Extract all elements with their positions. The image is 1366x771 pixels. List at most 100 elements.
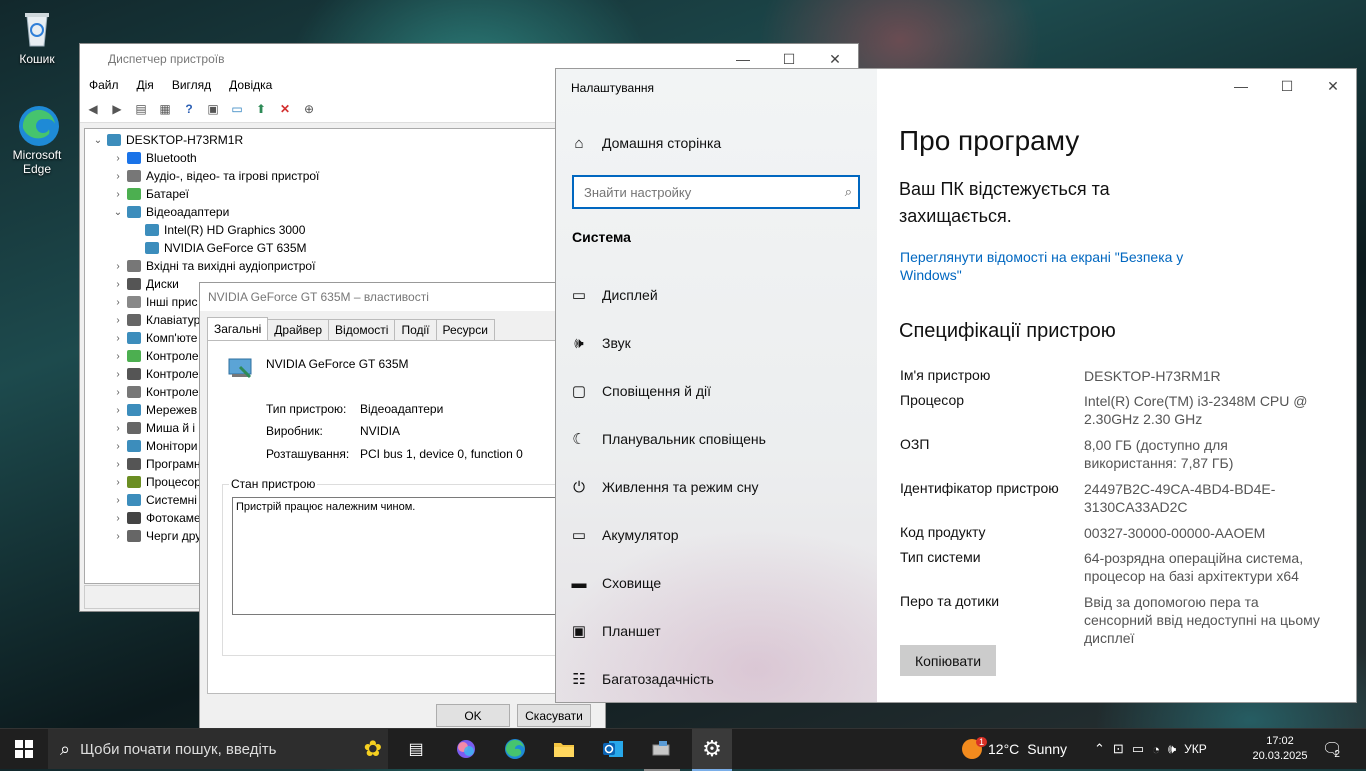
tree-category[interactable]: › Bluetooth — [111, 149, 196, 167]
menu-view[interactable]: Вигляд — [163, 78, 220, 92]
maximize-button[interactable]: ☐ — [1264, 71, 1310, 101]
uninstall-icon[interactable]: ✕ — [276, 100, 294, 118]
chevron-right-icon[interactable]: › — [111, 333, 125, 344]
desktop-icon-edge[interactable]: Microsoft Edge — [2, 104, 72, 176]
chevron-down-icon[interactable]: ⌄ — [111, 207, 125, 218]
battery-icon[interactable]: ▭ — [1132, 741, 1144, 757]
tree-category[interactable]: › Контроле — [111, 365, 198, 383]
nav-item[interactable]: ☷ Багатозадачність — [570, 668, 714, 690]
tree-category[interactable]: › Черги дру — [111, 527, 201, 545]
settings-taskbar-button[interactable]: ⚙ — [692, 729, 732, 771]
tree-root[interactable]: ⌄ DESKTOP-H73RM1R — [91, 131, 243, 149]
tree-category[interactable]: › Монітори — [111, 437, 197, 455]
menu-help[interactable]: Довідка — [220, 78, 281, 92]
notification-center[interactable]: 🗨 2 — [1322, 729, 1342, 769]
chevron-right-icon[interactable]: › — [111, 405, 125, 416]
chevron-right-icon[interactable]: › — [111, 459, 125, 470]
minimize-button[interactable]: — — [1218, 71, 1264, 101]
copilot-button[interactable] — [448, 729, 484, 769]
tree-category[interactable]: ⌄ Відеоадаптери — [111, 203, 229, 221]
start-button[interactable] — [4, 729, 44, 769]
desktop-icon-recycle-bin[interactable]: Кошик — [2, 8, 72, 66]
nav-item[interactable]: ▬ Сховище — [570, 572, 662, 594]
chevron-right-icon[interactable]: › — [111, 189, 125, 200]
help-icon[interactable]: ? — [180, 100, 198, 118]
tab-resources[interactable]: Ресурси — [435, 319, 495, 340]
properties-dialog[interactable]: NVIDIA GeForce GT 635M – властивості Заг… — [199, 282, 606, 730]
chevron-right-icon[interactable]: › — [111, 279, 125, 290]
tree-category[interactable]: › Комп'юте — [111, 329, 197, 347]
tree-category[interactable]: › Фотокаме — [111, 509, 200, 527]
copy-button[interactable]: Копіювати — [900, 645, 996, 676]
outlook-button[interactable] — [595, 729, 631, 769]
properties-icon[interactable]: ▦ — [156, 100, 174, 118]
chevron-right-icon[interactable]: › — [111, 369, 125, 380]
scan-hardware-icon[interactable]: ▭ — [228, 100, 246, 118]
tree-category[interactable]: › Батареї — [111, 185, 189, 203]
meet-icon[interactable]: ⊡ — [1113, 741, 1124, 757]
nav-item[interactable]: 🕪 Звук — [570, 332, 630, 354]
chevron-right-icon[interactable]: › — [111, 351, 125, 362]
chevron-down-icon[interactable]: ⌄ — [91, 135, 105, 146]
chevron-right-icon[interactable]: › — [111, 423, 125, 434]
tab-details[interactable]: Відомості — [328, 319, 396, 340]
tab-general[interactable]: Загальні — [207, 317, 269, 340]
tree-category[interactable]: › Програмн — [111, 455, 200, 473]
nav-item[interactable]: ▭ Акумулятор — [570, 524, 679, 546]
back-icon[interactable]: ◀ — [84, 100, 102, 118]
task-view-button[interactable]: ▤ — [398, 729, 434, 769]
clock[interactable]: 17:02 20.03.2025 — [1252, 729, 1308, 769]
file-explorer-button[interactable] — [546, 729, 582, 769]
cancel-button[interactable]: Скасувати — [517, 704, 591, 727]
settings-window[interactable]: Налаштування ⌂ Домашня сторінка ⌕ Систем… — [555, 68, 1357, 703]
update-driver-icon[interactable]: ⬆ — [252, 100, 270, 118]
nav-item[interactable]: ▭ Дисплей — [570, 284, 658, 306]
settings-search-input[interactable] — [582, 183, 826, 201]
chevron-right-icon[interactable]: › — [111, 171, 125, 182]
tree-category[interactable]: › Миша й і — [111, 419, 195, 437]
tab-events[interactable]: Події — [394, 319, 437, 340]
tree-category[interactable]: › Вхідні та вихідні аудіопристрої — [111, 257, 315, 275]
nav-item[interactable]: ▣ Планшет — [570, 620, 661, 642]
show-hide-tree-icon[interactable]: ▤ — [132, 100, 150, 118]
forward-icon[interactable]: ▶ — [108, 100, 126, 118]
security-link[interactable]: Переглянути відомості на екрані "Безпека… — [900, 248, 1220, 284]
view-icon[interactable]: ▣ — [204, 100, 222, 118]
chevron-right-icon[interactable]: › — [111, 477, 125, 488]
chevron-right-icon[interactable]: › — [111, 513, 125, 524]
edge-taskbar-button[interactable] — [497, 729, 533, 769]
chevron-right-icon[interactable]: › — [111, 387, 125, 398]
chevron-right-icon[interactable]: › — [111, 315, 125, 326]
device-status-textbox[interactable]: Пристрій працює належним чином. — [232, 497, 580, 615]
tree-category[interactable]: › Аудіо-, відео- та ігрові пристрої — [111, 167, 319, 185]
chevron-right-icon[interactable]: › — [111, 495, 125, 506]
nav-item[interactable]: ▢ Сповіщення й дії — [570, 380, 711, 402]
nav-item[interactable]: ⏻ Живлення та режим сну — [570, 476, 758, 498]
tree-category[interactable]: › Процесор — [111, 473, 201, 491]
tree-child-item[interactable]: NVIDIA GeForce GT 635M — [129, 239, 307, 257]
menu-action[interactable]: Дія — [128, 78, 163, 92]
tree-child-item[interactable]: Intel(R) HD Graphics 3000 — [129, 221, 305, 239]
tree-category[interactable]: › Контроле — [111, 383, 198, 401]
chevron-right-icon[interactable]: › — [111, 297, 125, 308]
tree-category[interactable]: › Системні — [111, 491, 197, 509]
chevron-right-icon[interactable]: › — [111, 153, 125, 164]
chevron-up-icon[interactable]: ⌃ — [1094, 741, 1105, 757]
close-button[interactable]: ✕ — [1310, 71, 1356, 101]
weather-widget[interactable]: 1 12°C Sunny — [962, 729, 1067, 769]
taskbar-search[interactable]: ⌕ Щоби почати пошук, введіть ✿ — [48, 729, 388, 769]
tree-category[interactable]: › Мережев — [111, 401, 197, 419]
download-icon[interactable]: ⊕ — [300, 100, 318, 118]
wifi-icon[interactable]: ◔ — [1152, 742, 1160, 757]
tree-category[interactable]: › Контроле — [111, 347, 198, 365]
ok-button[interactable]: OK — [436, 704, 510, 727]
tree-category[interactable]: › Інші прис — [111, 293, 197, 311]
menu-file[interactable]: Файл — [80, 78, 128, 92]
nav-item[interactable]: ☾ Планувальник сповіщень — [570, 428, 766, 450]
volume-icon[interactable]: 🕪 — [1168, 741, 1176, 757]
chevron-right-icon[interactable]: › — [111, 261, 125, 272]
language-indicator[interactable]: УКР — [1184, 742, 1207, 756]
chevron-right-icon[interactable]: › — [111, 441, 125, 452]
properties-titlebar[interactable]: NVIDIA GeForce GT 635M – властивості — [200, 283, 605, 311]
tab-driver[interactable]: Драйвер — [267, 319, 330, 340]
